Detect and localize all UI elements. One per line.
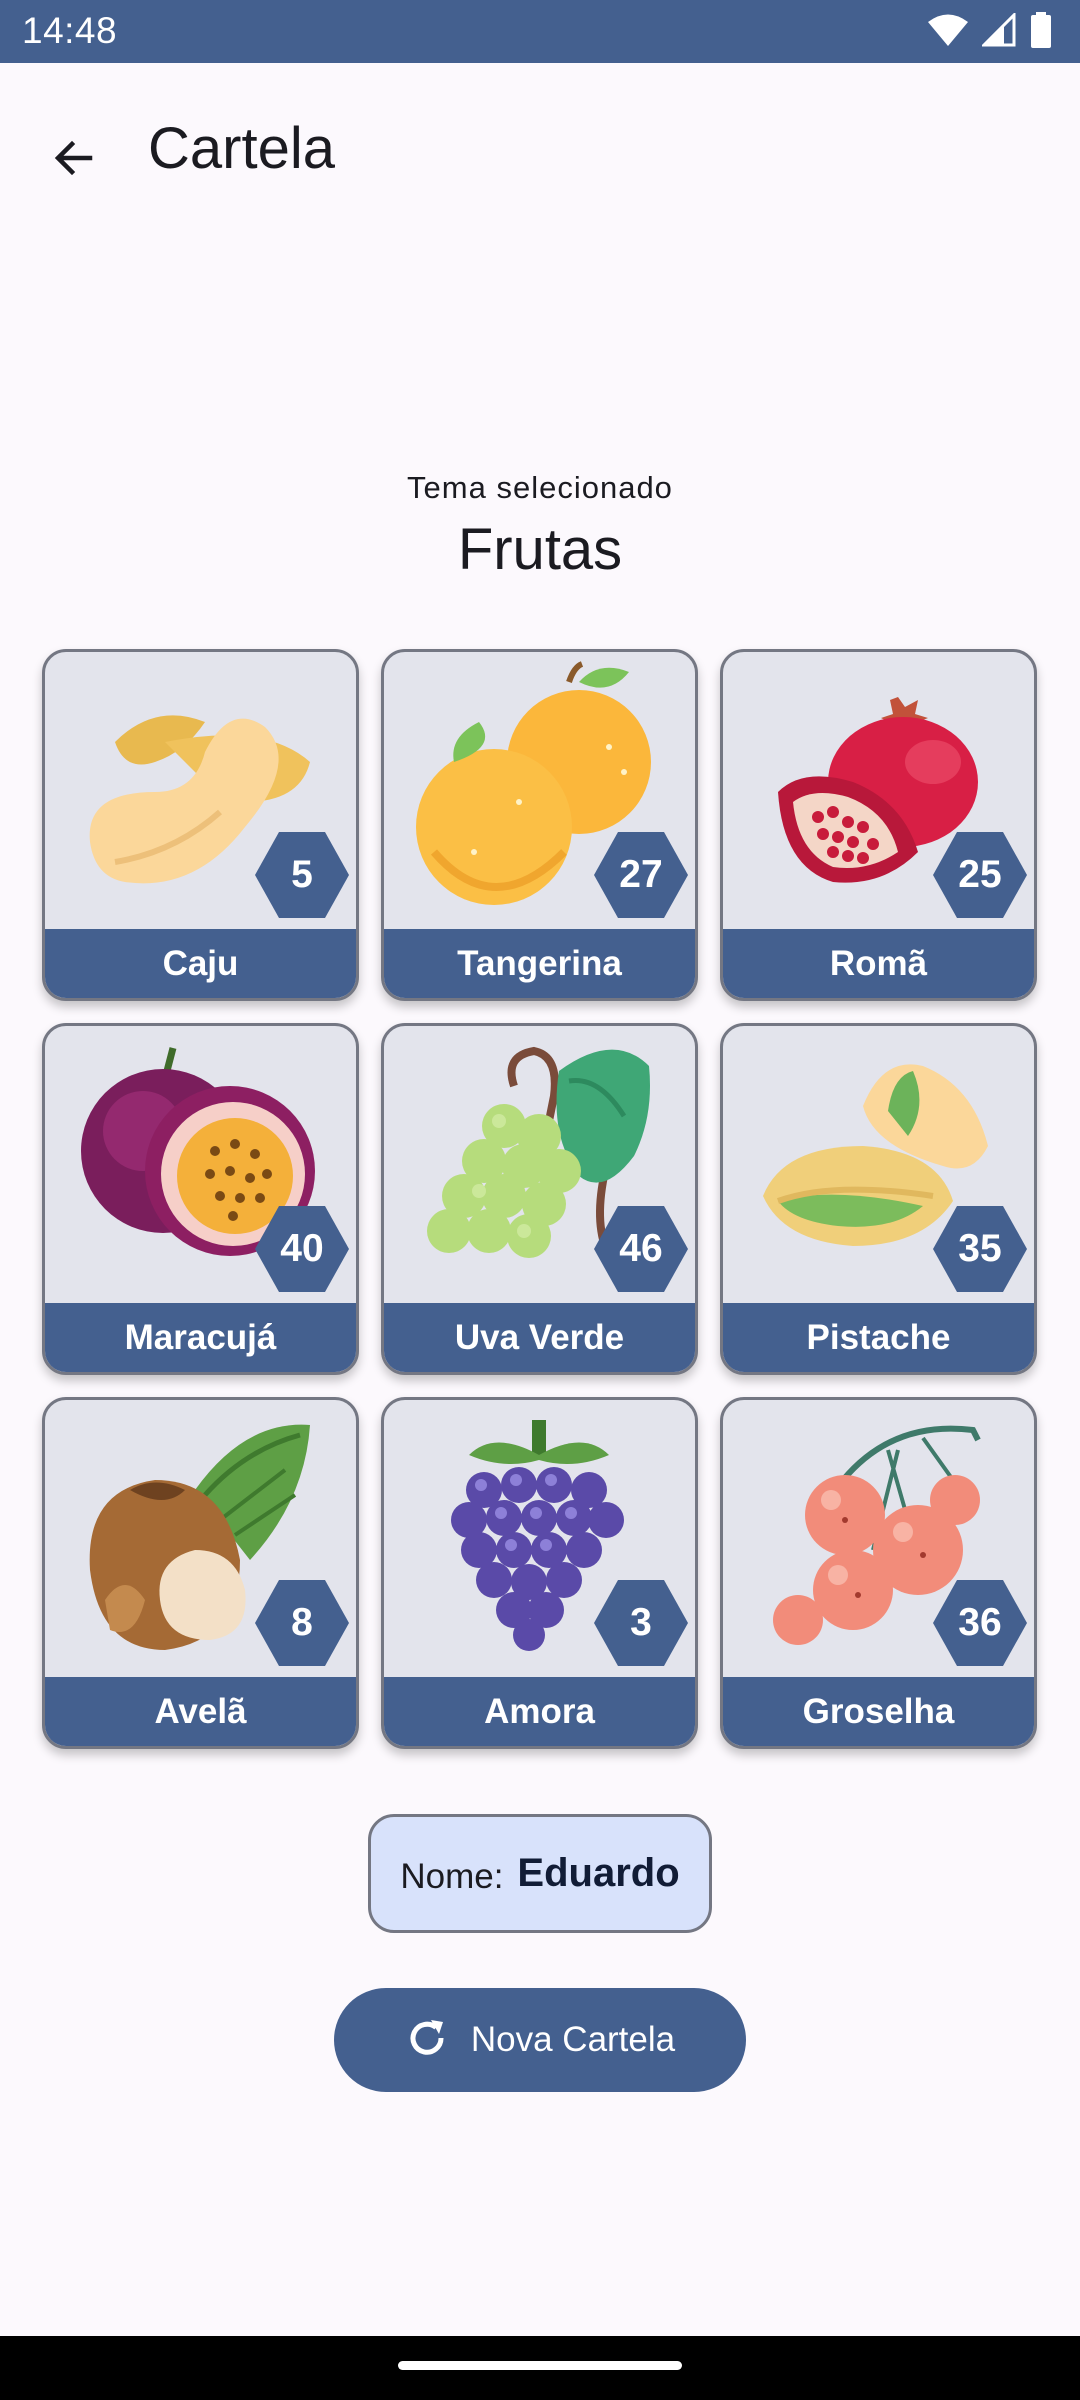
card-label: Amora [384, 1677, 695, 1746]
fruit-card[interactable]: 25 Romã [720, 649, 1037, 1001]
number-badge: 35 [933, 1206, 1027, 1292]
number-badge: 36 [933, 1580, 1027, 1666]
new-card-button[interactable]: Nova Cartela [334, 1988, 746, 2092]
card-label: Maracujá [45, 1303, 356, 1372]
number-badge: 5 [255, 832, 349, 918]
new-card-label: Nova Cartela [470, 2020, 676, 2059]
card-number: 40 [280, 1227, 324, 1270]
theme-name: Frutas [457, 517, 623, 582]
card-number: 27 [619, 853, 663, 896]
card-label: Tangerina [384, 929, 695, 998]
wifi-icon [928, 13, 968, 52]
arrow-back-icon [50, 134, 98, 187]
fruit-card[interactable]: 3 Amora [381, 1397, 698, 1749]
fruit-card[interactable]: 46 Uva Verde [381, 1023, 698, 1375]
card-label: Groselha [723, 1677, 1034, 1746]
fruit-card[interactable]: 27 Tangerina [381, 649, 698, 1001]
number-badge: 40 [255, 1206, 349, 1292]
number-badge: 25 [933, 832, 1027, 918]
number-badge: 8 [255, 1580, 349, 1666]
home-gesture-handle[interactable] [398, 2361, 682, 2370]
card-number: 3 [630, 1601, 652, 1644]
player-name-value: Eduardo [517, 1851, 680, 1895]
card-number: 25 [958, 853, 1002, 896]
fruit-card[interactable]: 8 Avelã [42, 1397, 359, 1749]
top-app-bar: Cartela [0, 63, 1080, 233]
player-name-box: Nome: Eduardo [368, 1814, 712, 1933]
refresh-icon [405, 2016, 449, 2065]
card-label: Caju [45, 929, 356, 998]
number-badge: 27 [594, 832, 688, 918]
battery-icon [1030, 12, 1052, 53]
back-button[interactable] [34, 120, 114, 200]
theme-label: Tema selecionado [407, 470, 673, 505]
fruit-card[interactable]: 5 Caju [42, 649, 359, 1001]
card-label: Uva Verde [384, 1303, 695, 1372]
signal-icon [980, 11, 1016, 52]
fruit-card[interactable]: 35 Pistache [720, 1023, 1037, 1375]
player-name-label: Nome: [400, 1856, 504, 1896]
card-label: Romã [723, 929, 1034, 998]
bingo-card-grid: 5 Caju 27 Tangerina 25 Romã 40 Maracujá … [42, 649, 1038, 1749]
card-label: Pistache [723, 1303, 1034, 1372]
page-title: Cartela [148, 116, 335, 181]
status-bar: 14:48 [0, 0, 1080, 63]
card-number: 46 [619, 1227, 663, 1270]
card-label: Avelã [45, 1677, 356, 1746]
fruit-card[interactable]: 40 Maracujá [42, 1023, 359, 1375]
status-icons [928, 11, 1052, 53]
card-number: 8 [291, 1601, 313, 1644]
number-badge: 46 [594, 1206, 688, 1292]
status-time: 14:48 [22, 10, 118, 51]
card-number: 35 [958, 1227, 1002, 1270]
fruit-card[interactable]: 36 Groselha [720, 1397, 1037, 1749]
number-badge: 3 [594, 1580, 688, 1666]
card-number: 36 [958, 1601, 1002, 1644]
card-number: 5 [291, 853, 313, 896]
